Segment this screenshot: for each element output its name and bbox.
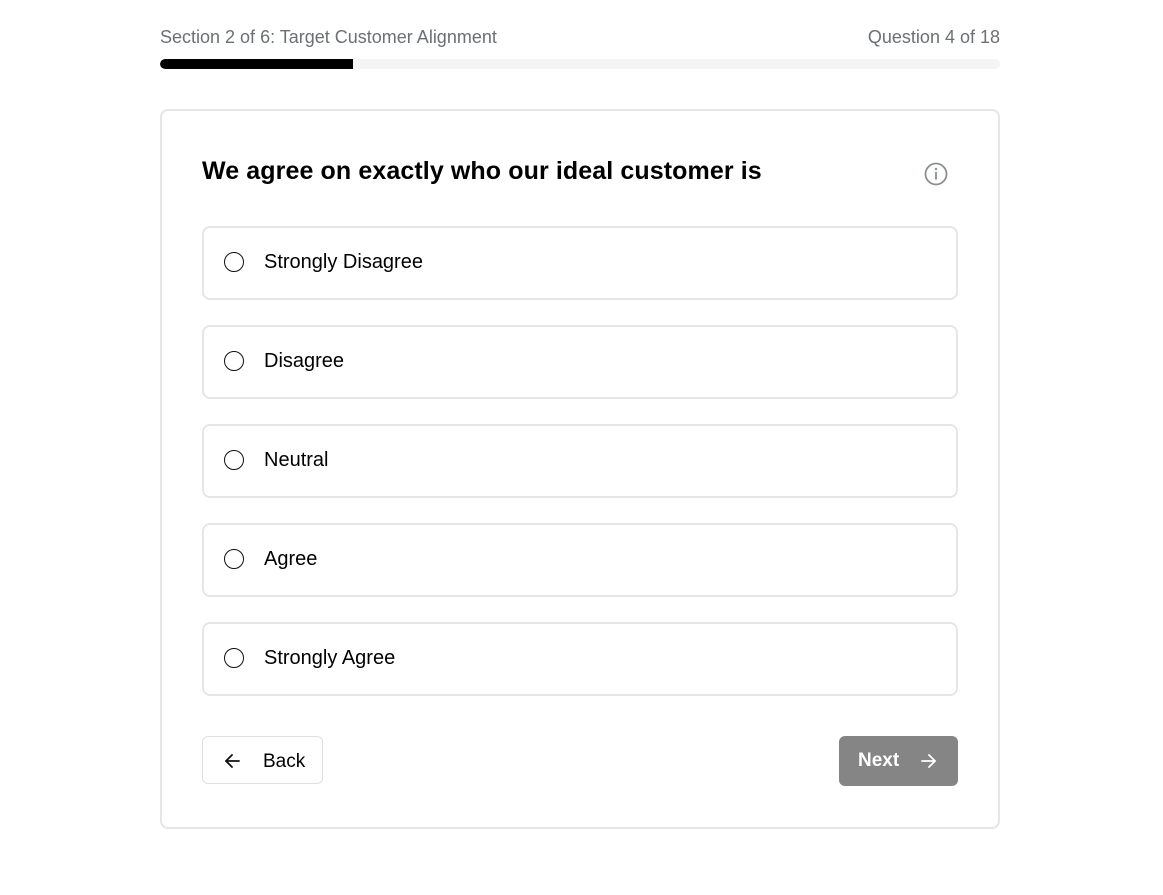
radio-button[interactable] bbox=[224, 549, 244, 569]
back-button[interactable]: Back bbox=[202, 736, 323, 784]
radio-button[interactable] bbox=[224, 252, 244, 272]
arrow-left-icon bbox=[225, 754, 240, 768]
section-label: Section 2 of 6: Target Customer Alignmen… bbox=[160, 26, 497, 47]
progress-bar bbox=[160, 59, 1000, 69]
next-button[interactable]: Next bbox=[839, 736, 958, 786]
back-button-label: Back bbox=[263, 751, 306, 772]
option-strongly-agree[interactable]: Strongly Agree bbox=[202, 622, 958, 696]
option-label: Agree bbox=[264, 548, 318, 570]
option-label: Strongly Agree bbox=[264, 647, 396, 669]
progress-header: Section 2 of 6: Target Customer Alignmen… bbox=[160, 26, 1000, 48]
option-strongly-disagree[interactable]: Strongly Disagree bbox=[202, 226, 958, 300]
progress-bar-fill bbox=[160, 59, 354, 69]
option-disagree[interactable]: Disagree bbox=[202, 325, 958, 399]
radio-button[interactable] bbox=[224, 351, 244, 371]
option-label: Neutral bbox=[264, 449, 329, 471]
question-counter: Question 4 of 18 bbox=[867, 26, 1000, 47]
radio-button[interactable] bbox=[224, 450, 244, 470]
info-circle-icon[interactable] bbox=[923, 161, 949, 187]
arrow-right-icon bbox=[921, 754, 936, 768]
option-agree[interactable]: Agree bbox=[202, 523, 958, 597]
next-button-label: Next bbox=[858, 750, 900, 771]
radio-button[interactable] bbox=[224, 648, 244, 668]
option-label: Strongly Disagree bbox=[264, 251, 423, 273]
question-text: We agree on exactly who our ideal custom… bbox=[202, 157, 762, 185]
option-neutral[interactable]: Neutral bbox=[202, 424, 958, 498]
option-label: Disagree bbox=[264, 350, 345, 372]
question-card: We agree on exactly who our ideal custom… bbox=[160, 109, 1000, 829]
